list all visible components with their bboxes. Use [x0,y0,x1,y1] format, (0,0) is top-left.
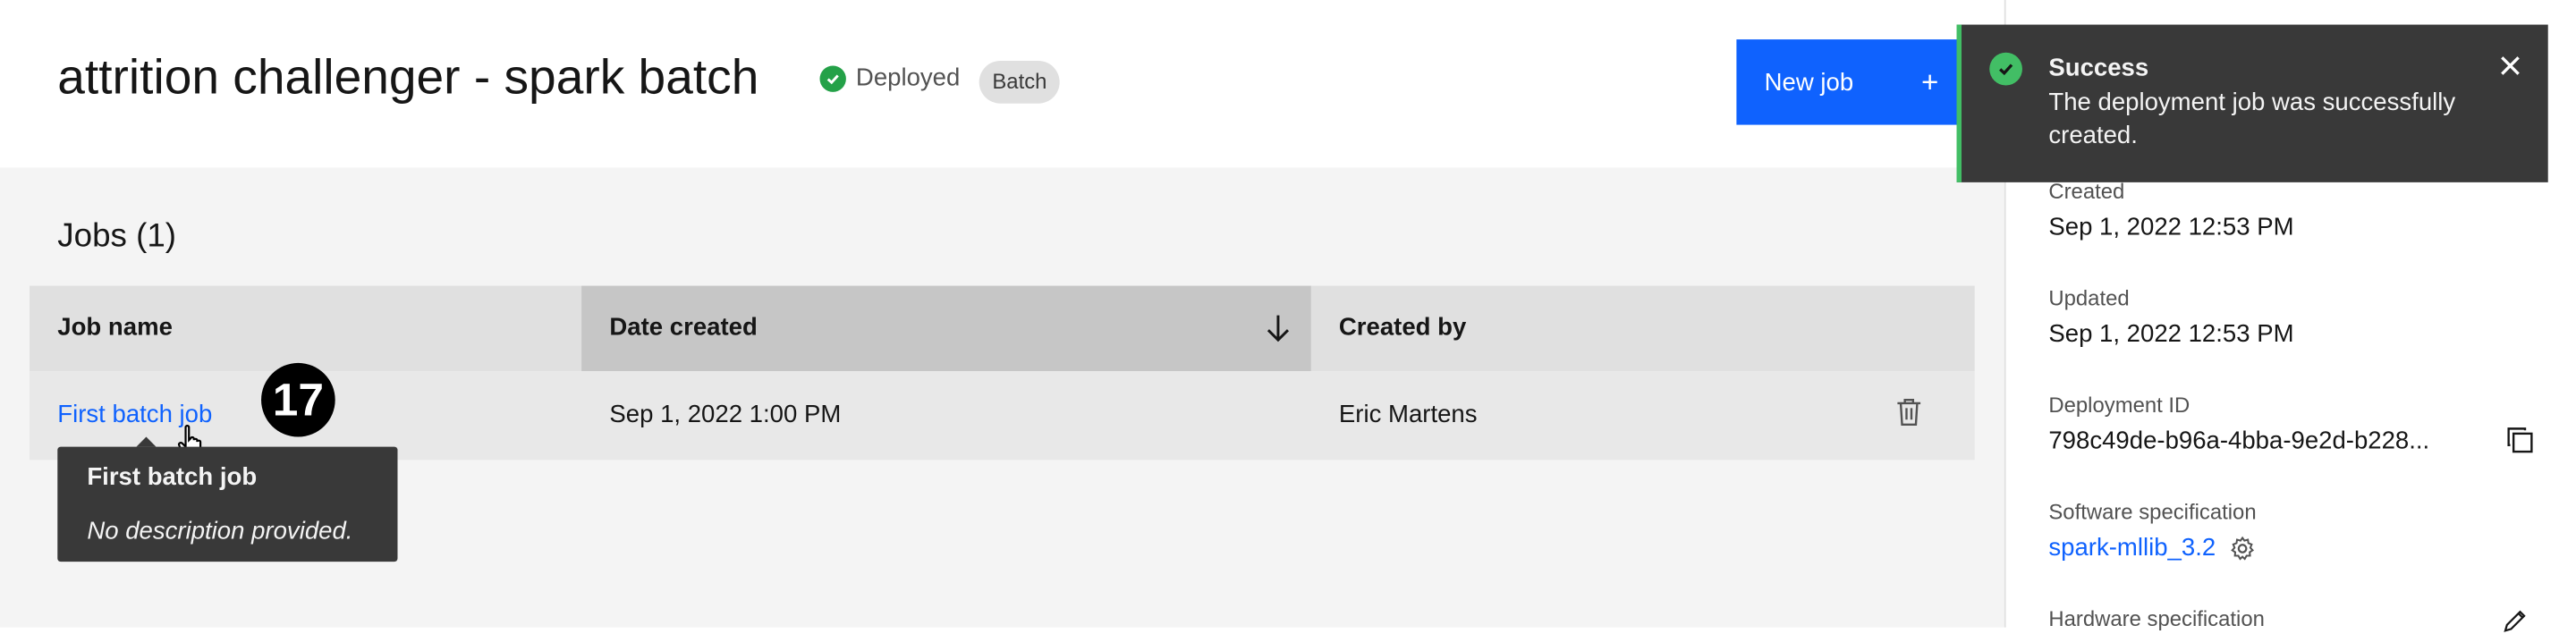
close-icon[interactable] [2497,53,2523,79]
new-job-button[interactable]: New job + [1736,39,1967,125]
checkmark-filled-icon [1989,52,2022,86]
tooltip-description: No description provided. [87,517,353,545]
created-field: Created Sep 1, 2022 12:53 PM [2048,179,2293,244]
software-spec-label: Software specification [2048,499,2257,524]
table-header: Job name Date created Created by [30,285,1975,372]
page-title: attrition challenger - spark batch [57,50,759,106]
column-header-date-created[interactable]: Date created [581,285,1311,372]
copy-icon[interactable] [2505,426,2535,455]
software-spec-row: spark-mllib_3.2 [2048,532,2256,565]
created-label: Created [2048,179,2125,204]
hardware-spec-field: Hardware specification [2048,606,2265,632]
deployment-id-value: 798c49de-b96a-4bba-9e2d-b228... [2048,427,2430,455]
page-header: attrition challenger - spark batch Deplo… [0,0,2004,168]
edit-pencil-icon[interactable] [2502,608,2528,634]
jobs-title: Jobs (1) [57,218,176,255]
deployment-status: Deployed [819,63,961,92]
success-toast: Success The deployment job was successfu… [1956,24,2548,182]
column-header-created-by[interactable]: Created by [1311,286,1975,372]
toast-subtitle: The deployment job was successfully crea… [2048,89,2456,150]
batch-tag: Batch [979,60,1061,104]
plus-icon: + [1920,65,1939,99]
trash-can-icon[interactable] [1896,397,1922,427]
status-label: Deployed [855,63,961,92]
settings-icon[interactable] [2229,536,2255,562]
app-root: attrition challenger - spark batch Deplo… [0,0,2576,632]
toast-title: Success [2048,54,2149,82]
arrow-down-icon [1267,315,1290,342]
step-number-badge: 17 [261,362,335,437]
column-header-date-created-label: Date created [609,313,758,342]
created-by-cell: Eric Martens [1338,401,1478,429]
deployment-id-field: Deployment ID 798c49de-b96a-4bba-9e2d-b2… [2048,393,2429,458]
new-job-label: New job [1764,68,1854,97]
created-value: Sep 1, 2022 12:53 PM [2048,213,2294,241]
updated-label: Updated [2048,285,2130,311]
deployment-id-label: Deployment ID [2048,392,2190,418]
checkmark-filled-icon [819,64,846,91]
column-header-job-name[interactable]: Job name [30,286,581,372]
tooltip-title: First batch job [87,462,258,492]
updated-value: Sep 1, 2022 12:53 PM [2048,320,2294,349]
updated-field: Updated Sep 1, 2022 12:53 PM [2048,286,2293,351]
software-spec-field: Software specification spark-mllib_3.2 [2048,499,2256,564]
date-created-cell: Sep 1, 2022 1:00 PM [609,401,842,429]
hardware-spec-label: Hardware specification [2048,605,2265,631]
software-spec-link[interactable]: spark-mllib_3.2 [2048,532,2216,565]
job-tooltip: First batch job No description provided. [57,436,398,562]
